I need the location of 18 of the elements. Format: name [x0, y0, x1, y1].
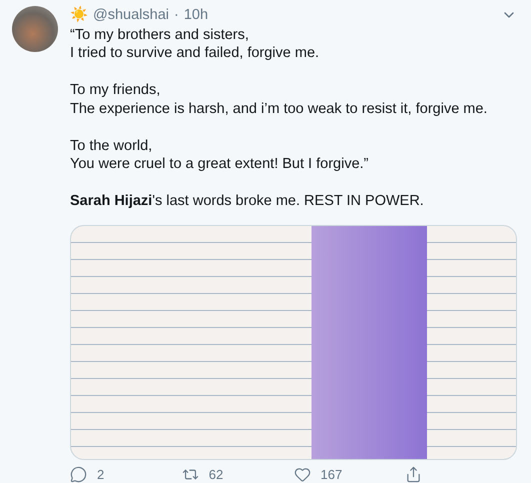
tweet-text-line: The experience is harsh, and i’m too weak to resist it, forgive me.	[70, 100, 488, 118]
photo-placeholder[interactable]	[70, 225, 517, 460]
share-icon[interactable]	[405, 466, 422, 483]
tweet-text-line: To my friends,	[70, 81, 162, 100]
tweet-text-line: You were cruel to a great extent! But I forgive.”	[70, 155, 370, 174]
avatar[interactable]	[12, 6, 58, 52]
action-count: 167	[320, 467, 342, 482]
tweet-time[interactable]: 10h	[184, 6, 208, 22]
separator: ·	[174, 6, 179, 22]
tweet-text-line: “To my brothers and sisters,	[70, 26, 250, 44]
reply-icon[interactable]	[70, 466, 87, 483]
action-count: 2	[97, 467, 104, 482]
tweet-text-line: To the world,	[70, 136, 154, 156]
action-count: 62	[208, 467, 224, 482]
tweet-text-line: I tried to survive and failed, forgive me.	[70, 44, 320, 63]
tweet-text-line: Sarah Hijazi's last words broke me. REST IN POWER.	[70, 192, 425, 211]
user-handle[interactable]: @shualshai	[93, 6, 169, 22]
heart-icon[interactable]	[294, 466, 310, 483]
